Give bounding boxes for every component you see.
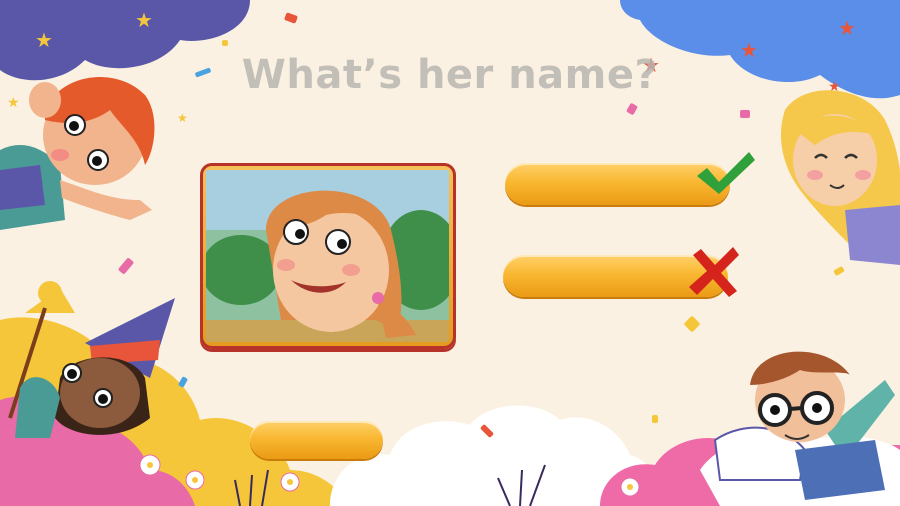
cross-icon (689, 247, 739, 297)
confetti (740, 110, 750, 118)
answer-button-3[interactable] (250, 421, 383, 459)
character-boy-glasses (713, 351, 895, 500)
confetti (652, 415, 658, 423)
game-stage: ★ ★ ★ ★ ★ ★ ★ ★ What’s her name? (0, 0, 900, 506)
confetti (222, 40, 228, 46)
girl-portrait-image (206, 170, 449, 342)
star-icon: ★ (35, 28, 53, 52)
star-icon: ★ (177, 111, 188, 125)
character-boy-redhead (0, 76, 155, 230)
character-girl-blonde (780, 90, 900, 265)
star-icon: ★ (838, 16, 856, 40)
checkmark-icon (697, 152, 755, 194)
character-girl-witch (8, 281, 175, 438)
question-image-frame (200, 163, 456, 349)
star-icon: ★ (135, 8, 153, 32)
